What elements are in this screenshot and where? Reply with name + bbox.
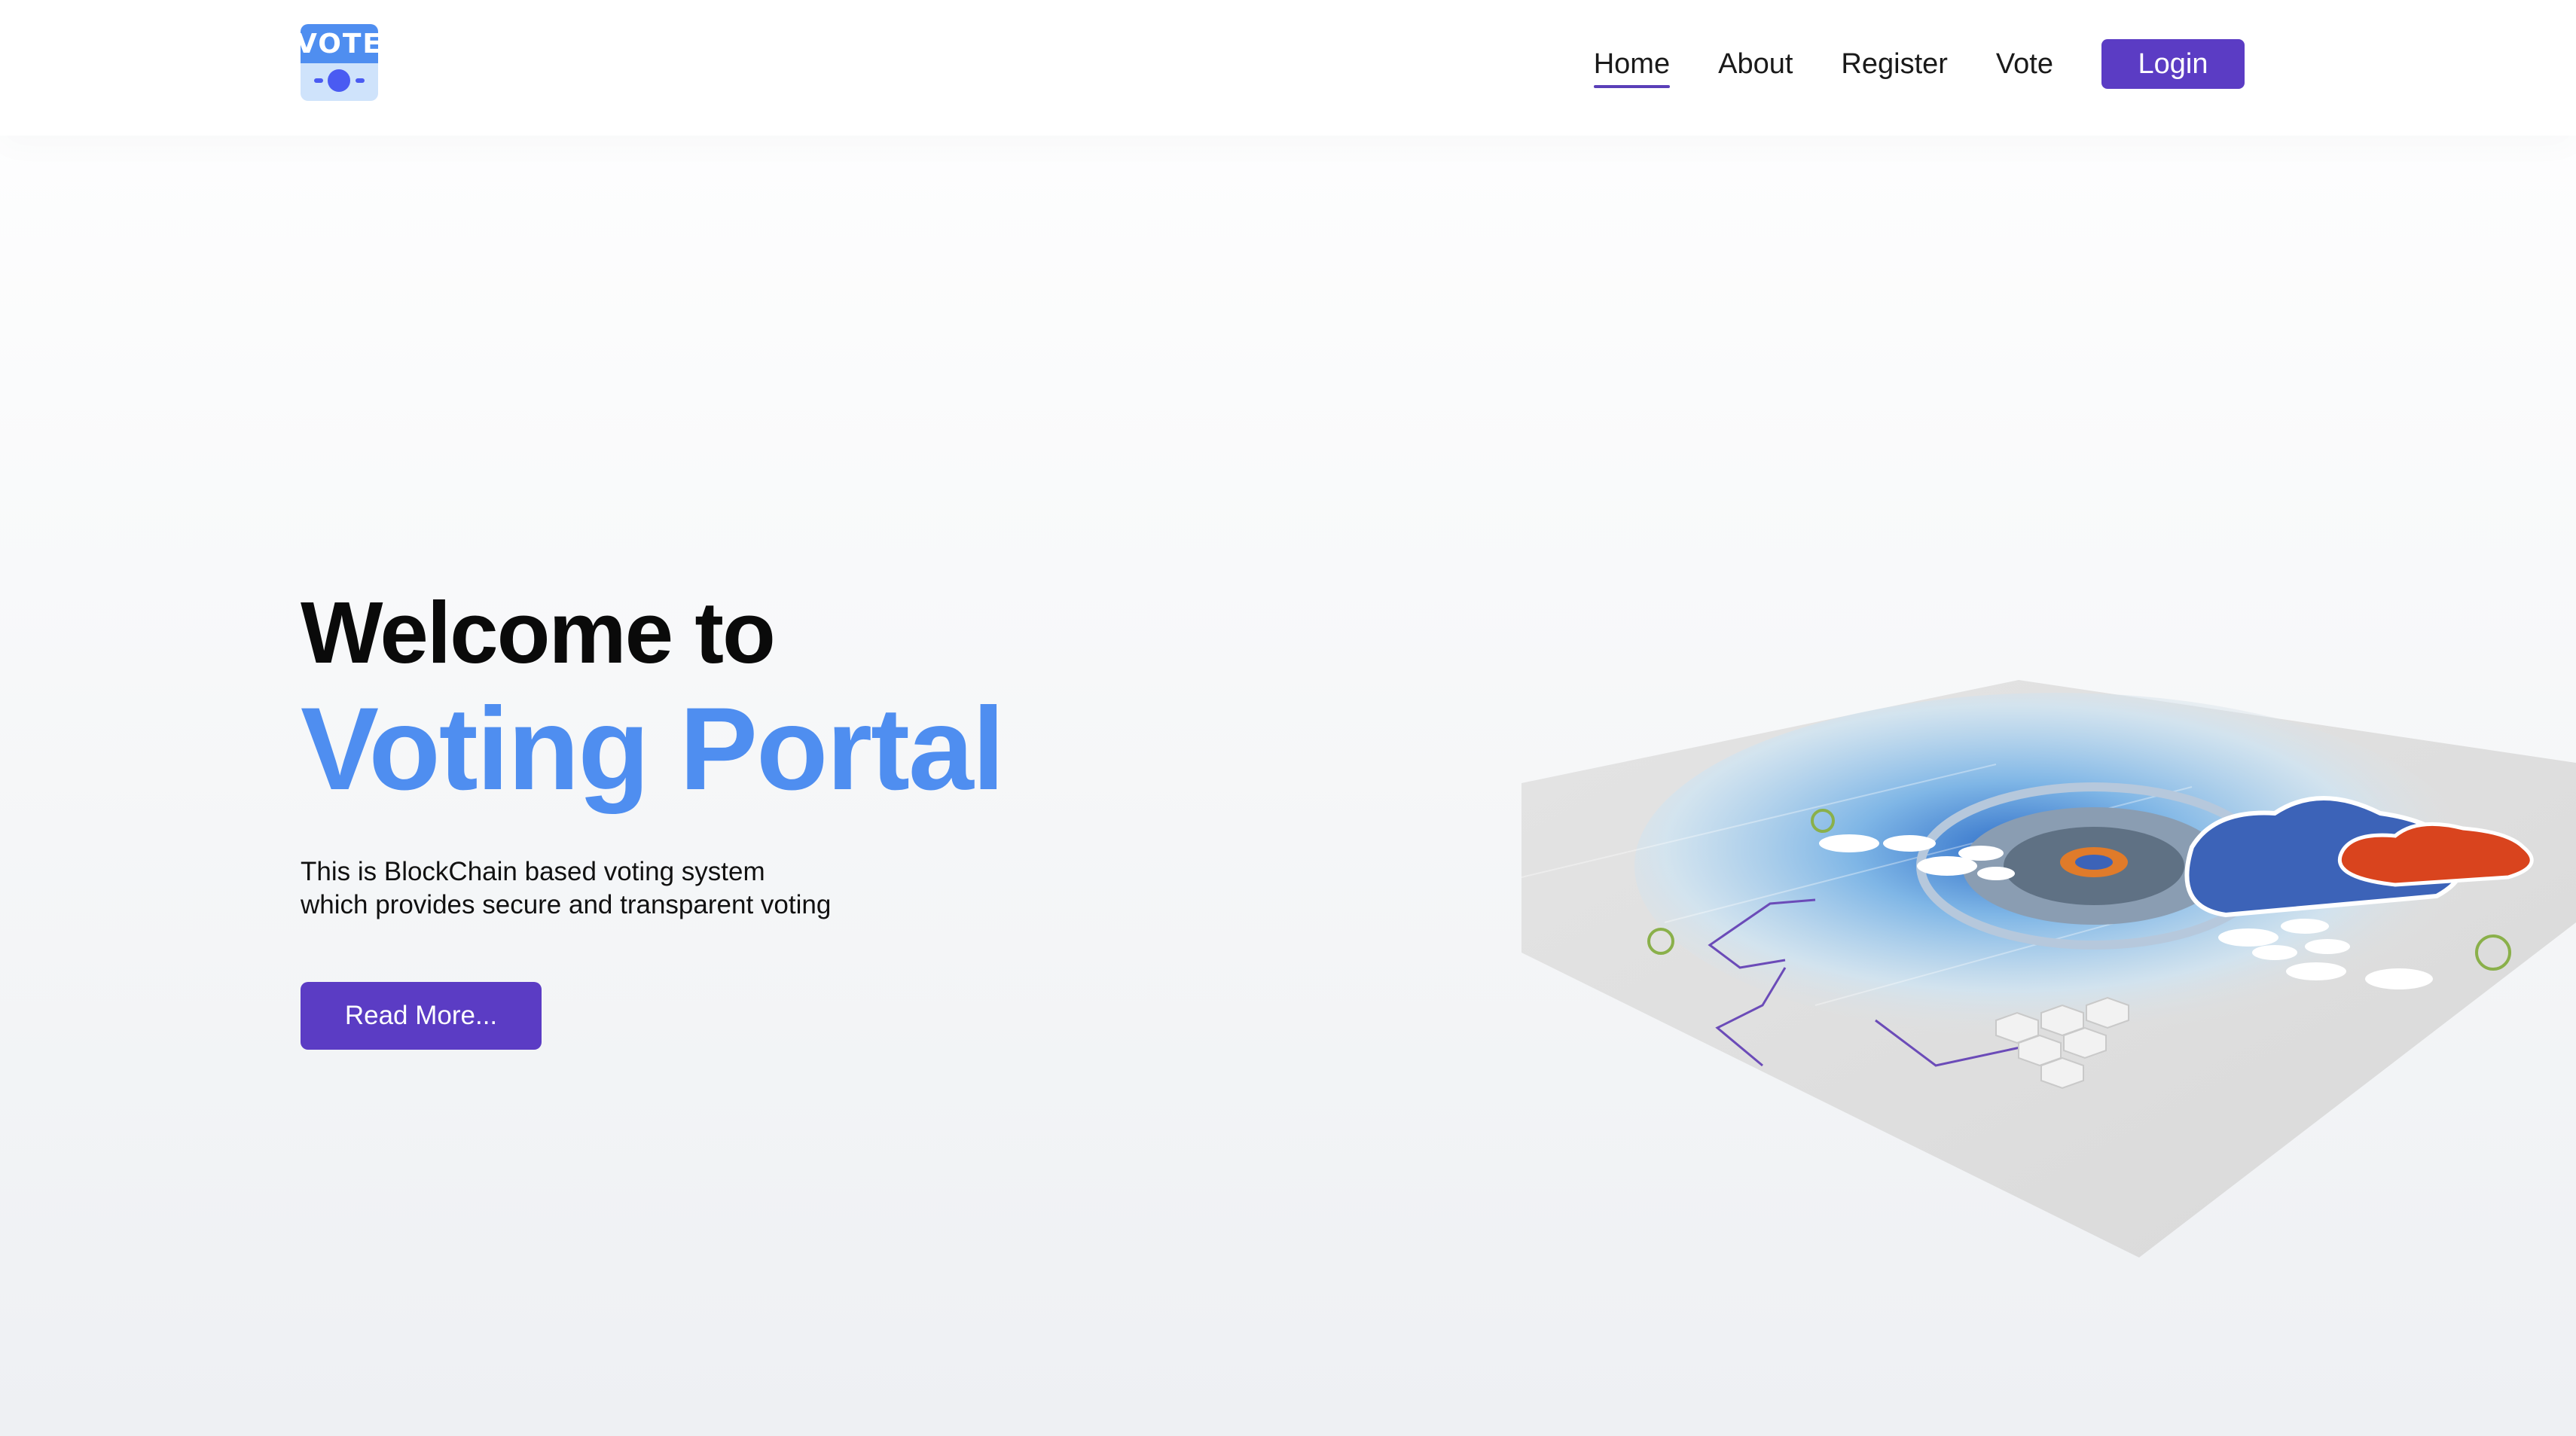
logo-slider-icon <box>301 63 378 101</box>
nav-register[interactable]: Register <box>1841 48 1948 81</box>
login-button[interactable]: Login <box>2101 39 2245 89</box>
hero-subtitle: Voting Portal <box>301 684 1005 815</box>
read-more-button[interactable]: Read More... <box>301 982 542 1050</box>
landing-page: VOTE Home About Register Vote Login Welc… <box>0 0 2576 1436</box>
nav-home[interactable]: Home <box>1593 48 1671 88</box>
vote-logo[interactable]: VOTE <box>301 24 378 101</box>
main-nav: Home About Register Vote Login <box>1593 39 2245 89</box>
logo-text: VOTE <box>301 24 378 63</box>
description-line-2: which provides secure and transparent vo… <box>301 890 832 919</box>
top-navbar: VOTE Home About Register Vote Login <box>0 0 2576 136</box>
blockchain-illustration <box>1521 680 2576 1258</box>
hero-title: Welcome to <box>301 584 776 681</box>
hero-description: This is BlockChain based voting system w… <box>301 855 1003 922</box>
description-line-1: This is BlockChain based voting system <box>301 857 765 886</box>
hero-section: Welcome to Voting Portal This is BlockCh… <box>301 584 1005 1050</box>
nav-vote[interactable]: Vote <box>1996 48 2053 81</box>
nav-about[interactable]: About <box>1718 48 1793 81</box>
